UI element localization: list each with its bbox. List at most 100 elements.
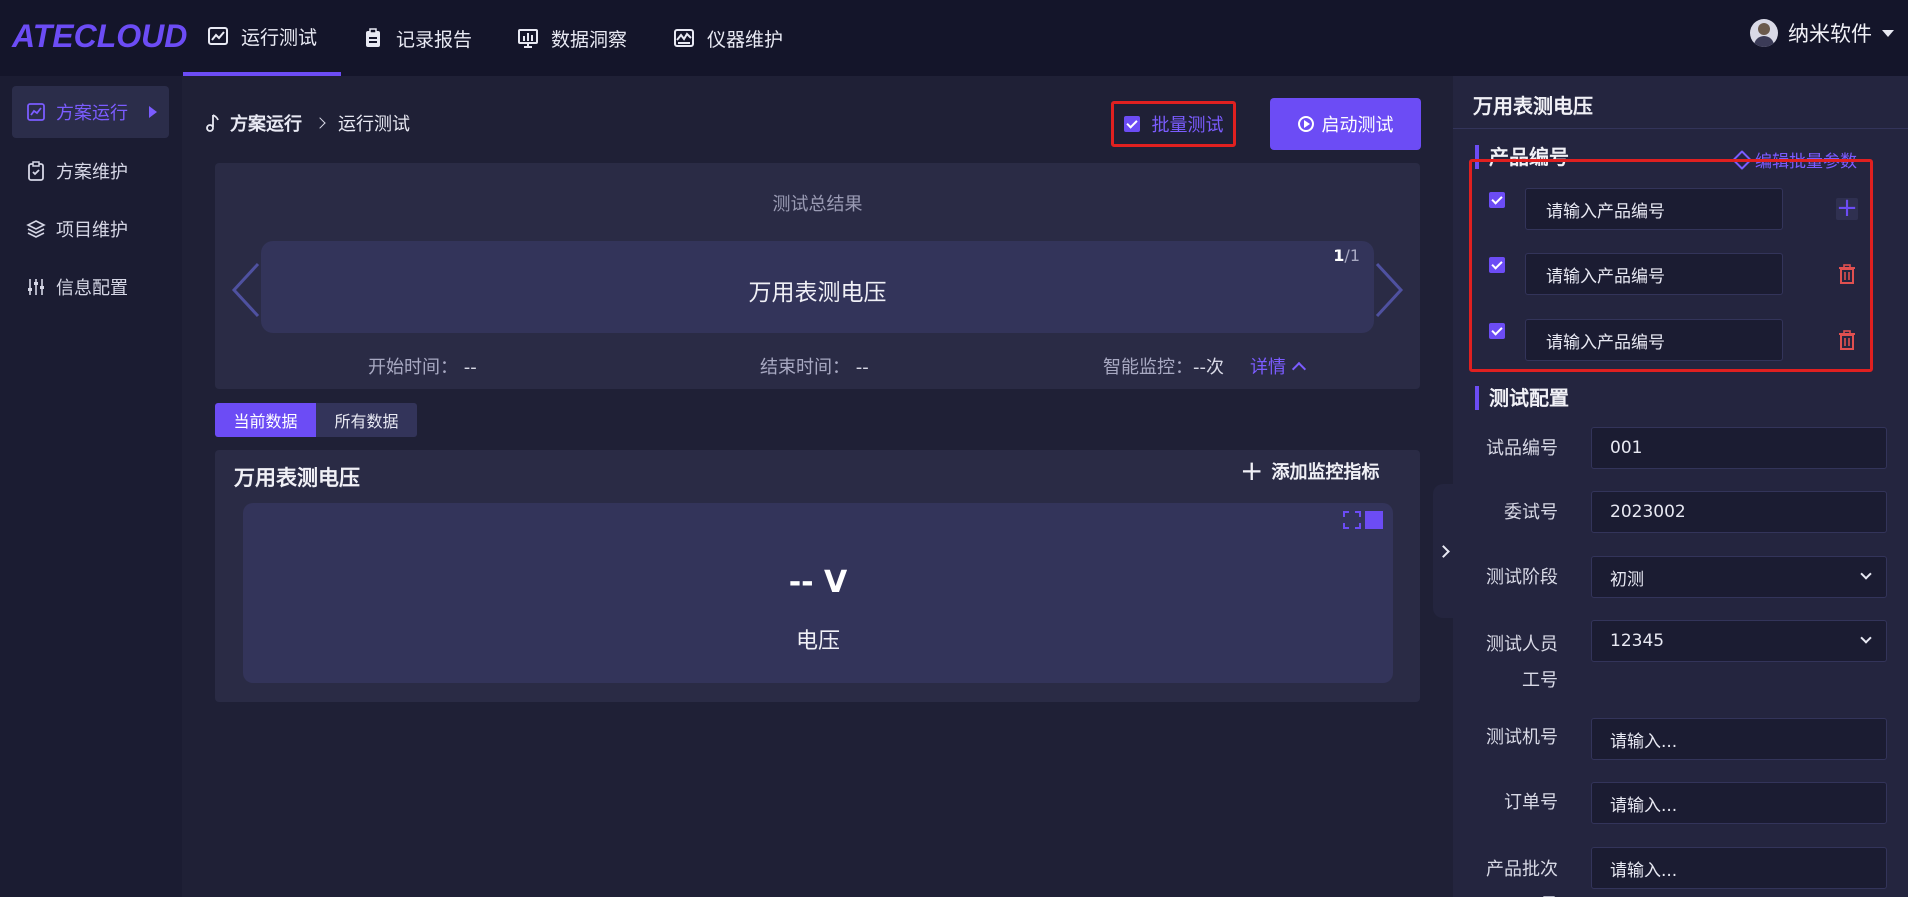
sidebar-item-plan-run[interactable]: 方案运行 [12, 86, 169, 138]
chevron-right-icon[interactable] [1373, 260, 1407, 320]
sidebar-item-project-maintenance[interactable]: 项目维护 [12, 203, 169, 255]
sidebar-item-label: 信息配置 [56, 278, 128, 299]
field-label-test-stage: 测试阶段 [1486, 567, 1558, 588]
test-stage-value: 初测 [1610, 569, 1644, 590]
sidebar-item-plan-maintenance[interactable]: 方案维护 [12, 145, 169, 197]
right-panel-title: 万用表测电压 [1473, 94, 1593, 118]
batch-test-checkbox[interactable]: 批量测试 [1111, 101, 1236, 147]
monitor-panel: 万用表测电压 + 添加监控指标 -- V 电压 [215, 450, 1420, 702]
add-icon[interactable]: + [1836, 195, 1858, 221]
product-checkbox[interactable] [1489, 192, 1505, 208]
nav-tab-reports[interactable]: 记录报告 [362, 0, 472, 76]
metric-card-actions [1343, 511, 1383, 529]
nav-tab-run-test[interactable]: 运行测试 [183, 0, 342, 76]
machine-no-input[interactable]: 请输入... [1591, 718, 1887, 760]
user-menu[interactable]: 纳米软件 [1750, 18, 1894, 48]
detail-toggle[interactable]: 详情 [1250, 353, 1307, 379]
divider [1453, 128, 1908, 129]
start-time: 开始时间： -- [368, 353, 477, 379]
commission-no-input[interactable]: 2023002 [1591, 491, 1887, 533]
product-checkbox[interactable] [1489, 257, 1505, 273]
nav-tab-label: 数据洞察 [551, 28, 628, 51]
start-time-label: 开始时间： [368, 357, 458, 378]
nav-tab-label: 仪器维护 [707, 28, 784, 51]
smart-monitor: 智能监控：--次 [1103, 353, 1224, 379]
avatar [1750, 19, 1778, 47]
start-test-label: 启动测试 [1321, 115, 1394, 136]
product-code-input[interactable]: 请输入产品编号 [1525, 188, 1783, 230]
instrument-icon [674, 29, 694, 47]
sliders-icon [28, 279, 44, 295]
pager: 1/1 [1333, 246, 1360, 265]
smart-monitor-value: --次 [1193, 357, 1224, 378]
product-code-input[interactable]: 请输入产品编号 [1525, 319, 1783, 361]
chevron-down-icon [1860, 632, 1872, 644]
metric-value: -- V [788, 565, 848, 600]
tab-current-data[interactable]: 当前数据 [215, 403, 316, 437]
tester-id-select[interactable]: 12345 [1591, 620, 1887, 662]
trash-icon[interactable] [1836, 329, 1858, 351]
field-label-tester-id: 测试人员工号 [1486, 634, 1558, 691]
tab-all-data[interactable]: 所有数据 [316, 403, 417, 437]
pager-current: 1 [1333, 246, 1345, 265]
monitor-chart-icon [518, 29, 538, 48]
metric-label: 电压 [795, 629, 840, 654]
nav-tab-insights[interactable]: 数据洞察 [517, 0, 627, 76]
product-checkbox[interactable] [1489, 323, 1505, 339]
field-label-machine-no: 测试机号 [1486, 727, 1558, 748]
user-name: 纳米软件 [1788, 22, 1872, 46]
breadcrumb: 方案运行 运行测试 [204, 110, 410, 136]
product-code-input[interactable]: 请输入产品编号 [1525, 253, 1783, 295]
panel-collapse-handle[interactable] [1433, 484, 1453, 618]
caret-right-icon [149, 106, 157, 118]
chevron-down-icon [1882, 29, 1894, 37]
smart-monitor-label: 智能监控： [1103, 357, 1193, 378]
add-monitor-metric-button[interactable]: + 添加监控指标 [1240, 457, 1380, 485]
trend-chart-icon[interactable] [1365, 511, 1383, 529]
test-stage-select[interactable]: 初测 [1591, 556, 1887, 598]
product-row: 请输入产品编号 [1489, 319, 1889, 361]
sidebar: 方案运行 方案维护 项目维护 信息配置 [0, 76, 182, 897]
end-time: 结束时间： -- [760, 353, 869, 379]
result-title: 测试总结果 [772, 194, 863, 215]
detail-label: 详情 [1250, 357, 1286, 378]
end-time-value: -- [855, 357, 869, 378]
start-test-button[interactable]: 启动测试 [1270, 98, 1421, 150]
test-result-panel: 测试总结果 1/1 万用表测电压 开始时间： -- 结束时间： -- 智能监控：… [215, 163, 1420, 389]
right-config-panel: 万用表测电压 产品编号 编辑批量参数 请输入产品编号 + 请输入产品编号 请输入… [1453, 76, 1908, 897]
nav-tab-instruments[interactable]: 仪器维护 [673, 0, 783, 76]
app-logo[interactable]: ATECLOUD [12, 18, 187, 55]
test-config-section-title: 测试配置 [1475, 386, 1569, 410]
field-label-commission-no: 委试号 [1504, 502, 1558, 523]
order-no-input[interactable]: 请输入... [1591, 782, 1887, 824]
sidebar-item-label: 方案维护 [56, 162, 128, 183]
field-label-order-no: 订单号 [1504, 792, 1558, 813]
tester-id-value: 12345 [1610, 631, 1665, 651]
chevron-right-icon [1436, 544, 1450, 558]
product-row: 请输入产品编号 [1489, 253, 1889, 295]
chevron-left-icon[interactable] [228, 260, 262, 320]
breadcrumb-root[interactable]: 方案运行 [230, 110, 302, 136]
sample-no-input[interactable]: 001 [1591, 427, 1887, 469]
metric-card: -- V 电压 [243, 503, 1393, 683]
nav-tab-label: 运行测试 [241, 26, 318, 49]
chevron-down-icon [1860, 568, 1872, 580]
music-note-icon [206, 114, 219, 132]
result-card: 1/1 万用表测电压 [261, 241, 1374, 333]
end-time-label: 结束时间： [760, 357, 850, 378]
fullscreen-icon[interactable] [1343, 511, 1361, 529]
sidebar-item-label: 项目维护 [56, 220, 128, 241]
sidebar-item-info-config[interactable]: 信息配置 [12, 261, 169, 313]
result-card-name: 万用表测电压 [748, 280, 887, 306]
trash-icon[interactable] [1836, 263, 1858, 285]
line-chart-icon [27, 103, 45, 121]
clipboard-icon [28, 161, 44, 181]
batch-no-input[interactable]: 请输入... [1591, 847, 1887, 889]
breadcrumb-current: 运行测试 [338, 114, 410, 135]
chevron-up-icon [1291, 361, 1307, 376]
play-circle-icon [1297, 116, 1314, 132]
pager-total: /1 [1344, 246, 1360, 265]
add-monitor-label: 添加监控指标 [1271, 462, 1380, 483]
field-label-sample-no: 试品编号 [1486, 438, 1558, 459]
line-chart-icon [208, 27, 228, 45]
